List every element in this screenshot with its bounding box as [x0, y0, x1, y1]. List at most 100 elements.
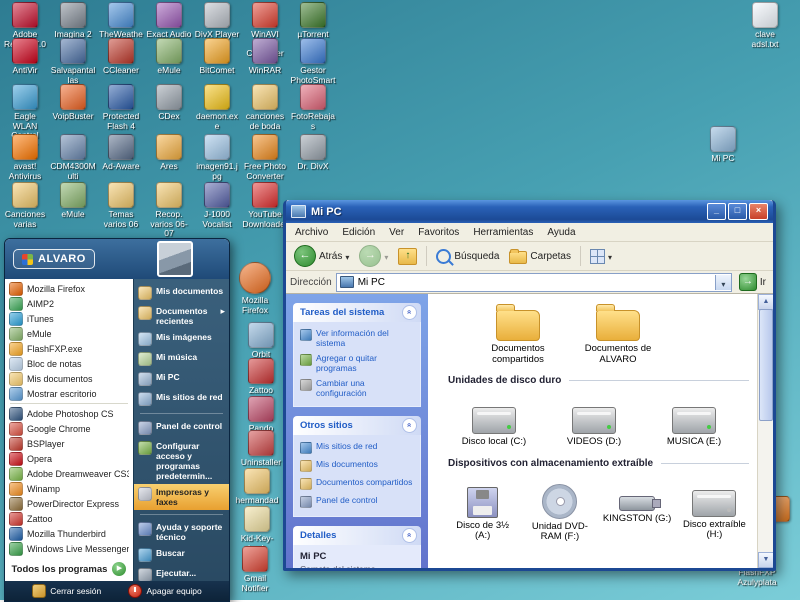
removable-item[interactable]: Unidad DVD-RAM (F:): [525, 479, 594, 543]
back-button[interactable]: Atrás: [290, 243, 353, 269]
start-program-item[interactable]: Mozilla Thunderbird: [6, 526, 132, 541]
desktop-icon[interactable]: canciones de boda: [242, 84, 288, 131]
start-program-item[interactable]: Mis documentos: [6, 371, 132, 386]
desktop-icon[interactable]: Free Photo Converter: [242, 134, 288, 181]
start-program-item[interactable]: Adobe Dreamweaver CS3: [6, 466, 132, 481]
start-config-item[interactable]: Panel de control: [134, 418, 229, 438]
desktop-icon[interactable]: AntiVir: [2, 38, 48, 76]
desktop-icon[interactable]: Ares: [146, 134, 192, 172]
start-place-item[interactable]: Mis sitios de red: [134, 389, 229, 409]
start-system-item[interactable]: Ejecutar...: [134, 565, 229, 581]
menu-item[interactable]: Ver: [382, 227, 411, 238]
desktop-icon[interactable]: Zattoo: [238, 358, 284, 396]
desktop-icon[interactable]: Recop. varios 06-07: [146, 182, 192, 239]
start-program-item[interactable]: Mozilla Firefox: [6, 281, 132, 296]
desktop-icon[interactable]: Canciones varias: [2, 182, 48, 229]
title-bar[interactable]: Mi PC: [286, 200, 773, 223]
desktop-icon[interactable]: Gmail Notifier: [232, 546, 278, 593]
folders-button[interactable]: Carpetas: [505, 247, 575, 266]
removable-item[interactable]: Disco de 3½ (A:): [448, 479, 517, 543]
start-program-item[interactable]: Google Chrome: [6, 421, 132, 436]
desktop-icon[interactable]: µTorrent: [290, 2, 336, 40]
desktop-icon[interactable]: Salvapantallas: [50, 38, 96, 85]
task-link[interactable]: Cambiar una configuración: [300, 378, 416, 398]
desktop-icon[interactable]: Uninstaller: [238, 430, 284, 468]
desktop-icon[interactable]: avast! Antivirus: [2, 134, 48, 181]
desktop-icon[interactable]: Protected Flash 4: [98, 84, 144, 131]
menu-item[interactable]: Herramientas: [466, 227, 540, 238]
back-dropdown-icon[interactable]: [345, 247, 349, 265]
desktop-icon[interactable]: Pando: [238, 396, 284, 434]
start-program-item[interactable]: BSPlayer: [6, 436, 132, 451]
desktop-icon[interactable]: Ad-Aware: [98, 134, 144, 172]
start-program-item[interactable]: AIMP2: [6, 296, 132, 311]
collapse-chevron-icon[interactable]: [402, 528, 417, 543]
removable-item[interactable]: KINGSTON (G:): [603, 479, 672, 543]
menu-item[interactable]: Edición: [335, 227, 382, 238]
system-tasks-header[interactable]: Tareas del sistema: [293, 303, 421, 322]
start-system-item[interactable]: Buscar: [134, 545, 229, 565]
place-link[interactable]: Panel de control: [300, 495, 416, 508]
desktop-icon[interactable]: Mi PC: [700, 126, 746, 164]
forward-button[interactable]: [355, 243, 392, 269]
file-item[interactable]: Documentos compartidos: [472, 302, 564, 365]
start-program-item[interactable]: Bloc de notas: [6, 356, 132, 371]
start-place-item[interactable]: Mi PC: [134, 369, 229, 389]
desktop-icon[interactable]: clave adsl.txt: [742, 2, 788, 49]
desktop-icon[interactable]: imagen91.jpg: [194, 134, 240, 181]
start-config-item[interactable]: Configurar acceso y programas predetermi…: [134, 438, 229, 484]
desktop-icon[interactable]: CDex: [146, 84, 192, 122]
menu-item[interactable]: Archivo: [288, 227, 335, 238]
start-program-item[interactable]: Windows Live Messenger: [6, 541, 132, 556]
removable-item[interactable]: Disco extraíble (H:): [680, 479, 749, 543]
start-program-item[interactable]: iTunes: [6, 311, 132, 326]
place-link[interactable]: Mis sitios de red: [300, 441, 416, 454]
place-link[interactable]: Mis documentos: [300, 459, 416, 472]
shutdown-button[interactable]: Apagar equipo: [128, 584, 201, 598]
collapse-chevron-icon[interactable]: [402, 418, 417, 433]
start-system-item[interactable]: Ayuda y soporte técnico: [134, 519, 229, 545]
drive-item[interactable]: MUSICA (E:): [648, 396, 740, 448]
menu-item[interactable]: Favoritos: [411, 227, 466, 238]
desktop-icon[interactable]: Orbit: [238, 322, 284, 360]
scroll-up-arrow-icon[interactable]: [758, 294, 773, 310]
desktop-icon[interactable]: BitComet: [194, 38, 240, 76]
other-places-header[interactable]: Otros sitios: [293, 416, 421, 435]
minimize-button[interactable]: [707, 203, 726, 220]
desktop-icon[interactable]: CDM4300Multi: [50, 134, 96, 181]
start-place-item[interactable]: Documentos recientes: [134, 303, 229, 329]
go-button[interactable]: Ir: [736, 273, 769, 291]
desktop-icon[interactable]: Gestor PhotoSmart: [290, 38, 336, 85]
desktop-icon[interactable]: VoipBuster: [50, 84, 96, 122]
logoff-button[interactable]: Cerrar sesión: [32, 584, 101, 598]
start-place-item[interactable]: Mis imágenes: [134, 329, 229, 349]
desktop-icon[interactable]: eMule: [50, 182, 96, 220]
scroll-thumb[interactable]: [759, 309, 773, 421]
desktop-icon[interactable]: FotoRebajas: [290, 84, 336, 131]
desktop-icon[interactable]: Mozilla Firefox: [232, 262, 278, 315]
task-link[interactable]: Agregar o quitar programas: [300, 353, 416, 373]
address-dropdown[interactable]: [715, 275, 731, 290]
file-item[interactable]: Documentos de ALVARO: [572, 302, 664, 365]
views-button[interactable]: [586, 245, 616, 267]
start-program-item[interactable]: PowerDirector Express: [6, 496, 132, 511]
menu-item[interactable]: Ayuda: [540, 227, 582, 238]
desktop-icon[interactable]: WinRAR: [242, 38, 288, 76]
start-program-item[interactable]: Zattoo: [6, 511, 132, 526]
all-programs-button[interactable]: Todos los programas: [6, 559, 132, 579]
desktop-icon[interactable]: eMule: [146, 38, 192, 76]
vertical-scrollbar[interactable]: [757, 294, 773, 568]
start-config-item[interactable]: Impresoras y faxes: [134, 484, 229, 510]
desktop-icon[interactable]: YouTube Downloader: [242, 182, 288, 229]
desktop-icon[interactable]: Temas varios 06: [98, 182, 144, 229]
start-program-item[interactable]: Mostrar escritorio: [6, 386, 132, 401]
start-place-item[interactable]: Mi música: [134, 349, 229, 369]
maximize-button[interactable]: [728, 203, 747, 220]
drive-item[interactable]: VIDEOS (D:): [548, 396, 640, 448]
address-input[interactable]: Mi PC: [336, 273, 732, 292]
close-button[interactable]: [749, 203, 768, 220]
desktop-icon[interactable]: DivX Player: [194, 2, 240, 40]
up-button[interactable]: [394, 246, 421, 267]
desktop-icon[interactable]: CCleaner: [98, 38, 144, 76]
desktop-icon[interactable]: daemon.exe: [194, 84, 240, 131]
